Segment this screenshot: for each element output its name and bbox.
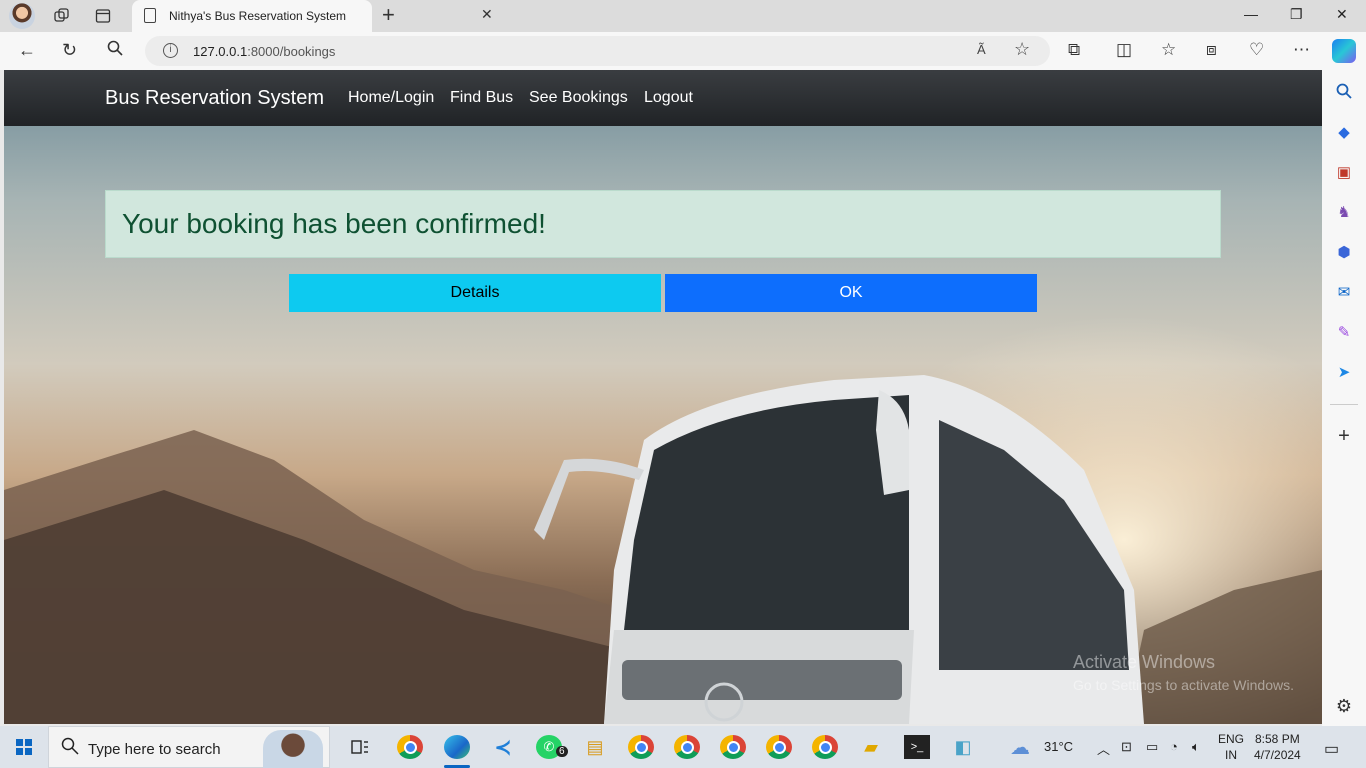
python-file-icon[interactable]: ▤ <box>582 735 608 759</box>
activate-windows-title: Activate Windows <box>1073 652 1216 672</box>
workspaces-icon[interactable] <box>50 4 74 28</box>
clock-date: 4/7/2024 <box>1254 748 1301 762</box>
tab-actions-icon[interactable] <box>91 4 115 28</box>
active-tab[interactable]: Nithya's Bus Reservation System ✕ <box>132 0 493 32</box>
nav-home-login[interactable]: Home/Login <box>348 89 434 107</box>
new-tab-icon[interactable]: + <box>382 4 395 26</box>
refresh-icon[interactable]: ↻ <box>62 40 77 60</box>
read-aloud-icon[interactable]: Ã <box>977 42 986 57</box>
chrome-profile-6-icon[interactable] <box>812 735 838 759</box>
whatsapp-badge: 6 <box>556 746 568 757</box>
close-tab-icon[interactable]: ✕ <box>481 6 493 23</box>
extensions-icon[interactable]: ⧉ <box>1068 40 1080 60</box>
notifications-icon[interactable]: ▭ <box>1324 739 1339 759</box>
copilot-icon[interactable] <box>1332 39 1356 63</box>
wifi-icon[interactable]: ◔ <box>1170 739 1178 754</box>
file-explorer-icon[interactable]: ▰ <box>858 735 884 759</box>
site-navbar: Bus Reservation System Home/Login Find B… <box>4 70 1322 126</box>
chrome-profile-5-icon[interactable] <box>766 735 792 759</box>
minimize-icon[interactable]: — <box>1244 6 1258 22</box>
windows-start-icon[interactable] <box>16 739 32 755</box>
activate-windows-subtitle: Go to Settings to activate Windows. <box>1073 677 1294 693</box>
alert-message: Your booking has been confirmed! <box>122 208 546 239</box>
task-view-icon[interactable] <box>347 735 373 759</box>
sidebar-outlook-icon[interactable]: ✉ <box>1334 282 1354 302</box>
language-code: ENG <box>1218 732 1245 746</box>
url-path: :8000/bookings <box>247 44 336 59</box>
search-icon[interactable] <box>107 40 123 62</box>
windows-taskbar: Type here to search ≺ ✆ 6 ▤ ▰ >_ ◧ ☁ 31°… <box>0 726 1366 768</box>
back-icon[interactable]: ← <box>18 40 36 60</box>
language-indicator[interactable]: ENG IN <box>1218 731 1244 763</box>
more-menu-icon[interactable]: ⋯ <box>1293 40 1310 60</box>
url-text[interactable]: 127.0.0.1:8000/bookings <box>193 44 335 59</box>
region-code: IN <box>1225 748 1237 762</box>
edge-sidebar: ◆ ▣ ♞ ⬢ ✉ ✎ ➤ + ⚙ <box>1322 70 1366 726</box>
booking-confirmed-alert: Your booking has been confirmed! <box>105 190 1221 258</box>
site-info-icon[interactable]: i <box>163 43 178 58</box>
taskbar-search-icon <box>61 737 79 760</box>
ok-button[interactable]: OK <box>665 274 1037 312</box>
browser-toolbar: ← ↻ i 127.0.0.1:8000/bookings Ã ☆ ⧉ ◫ ☆… <box>0 32 1366 70</box>
restore-icon[interactable]: ❐ <box>1290 6 1303 23</box>
details-button[interactable]: Details <box>289 274 661 312</box>
favorites-icon[interactable]: ☆ <box>1161 40 1176 60</box>
nav-logout[interactable]: Logout <box>644 89 693 107</box>
terminal-icon[interactable]: >_ <box>904 735 930 759</box>
battery-icon[interactable]: ▭ <box>1146 739 1158 755</box>
url-host: 127.0.0.1 <box>193 44 248 59</box>
search-highlight-image <box>263 730 323 768</box>
tab-title: Nithya's Bus Reservation System <box>169 9 347 23</box>
chrome-profile-2-icon[interactable] <box>628 735 654 759</box>
nav-find-bus[interactable]: Find Bus <box>450 89 513 107</box>
clock-time: 8:58 PM <box>1255 732 1300 746</box>
chrome-icon[interactable] <box>397 735 423 759</box>
system-clock[interactable]: 8:58 PM 4/7/2024 <box>1254 731 1301 763</box>
sidebar-add-icon[interactable]: + <box>1334 425 1354 447</box>
favorite-star-icon[interactable]: ☆ <box>1014 39 1030 60</box>
sidebar-shopping-icon[interactable]: ◆ <box>1334 122 1354 142</box>
sidebar-designer-icon[interactable]: ✎ <box>1334 322 1354 342</box>
sidebar-search-icon[interactable] <box>1334 81 1354 101</box>
weather-cloud-icon[interactable]: ☁ <box>1010 735 1030 760</box>
split-screen-icon[interactable]: ◫ <box>1116 40 1132 60</box>
chrome-profile-4-icon[interactable] <box>720 735 746 759</box>
profile-avatar[interactable] <box>9 3 35 29</box>
page-icon <box>144 8 156 23</box>
sidebar-tools-icon[interactable]: ▣ <box>1334 162 1354 182</box>
notepad-icon[interactable]: ◧ <box>950 735 976 759</box>
background-bus-image <box>4 375 1322 724</box>
edge-taskbar-icon[interactable] <box>444 735 470 759</box>
close-window-icon[interactable]: ✕ <box>1336 6 1348 23</box>
sidebar-drop-icon[interactable]: ➤ <box>1334 362 1354 382</box>
navbar-brand[interactable]: Bus Reservation System <box>105 87 324 110</box>
browser-tab-strip: Nithya's Bus Reservation System ✕ + — ❐ … <box>0 0 1366 32</box>
sidebar-games-icon[interactable]: ♞ <box>1334 202 1354 222</box>
collections-icon[interactable]: ⧈ <box>1206 40 1217 60</box>
sidebar-settings-icon[interactable]: ⚙ <box>1334 696 1354 716</box>
taskbar-search-box[interactable]: Type here to search <box>48 726 330 768</box>
weather-temperature[interactable]: 31°C <box>1044 739 1073 754</box>
sidebar-divider <box>1330 404 1358 405</box>
address-bar[interactable]: i 127.0.0.1:8000/bookings Ã ☆ <box>145 36 1050 66</box>
chrome-profile-3-icon[interactable] <box>674 735 700 759</box>
browser-essentials-icon[interactable]: ♡ <box>1249 40 1264 60</box>
taskbar-search-placeholder: Type here to search <box>88 741 221 758</box>
network-device-icon[interactable]: ⊡ <box>1121 739 1132 755</box>
sidebar-copilot-365-icon[interactable]: ⬢ <box>1334 242 1354 262</box>
volume-icon[interactable]: 🔈︎ <box>1192 739 1200 755</box>
nav-see-bookings[interactable]: See Bookings <box>529 89 628 107</box>
page-viewport: Bus Reservation System Home/Login Find B… <box>4 70 1322 724</box>
show-hidden-icons-icon[interactable]: ︿ <box>1097 739 1110 758</box>
vscode-icon[interactable]: ≺ <box>490 735 516 759</box>
